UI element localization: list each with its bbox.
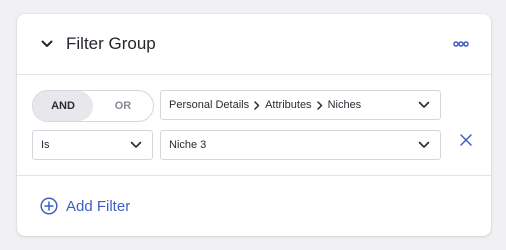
filter-group-header: Filter Group — [17, 14, 491, 75]
chevron-down-icon — [130, 141, 142, 148]
filter-row: AND OR Personal Details Attributes Niche… — [17, 75, 491, 176]
chevron-down-icon — [418, 141, 430, 148]
chevron-down-icon — [41, 40, 53, 47]
chevron-right-icon — [254, 100, 260, 110]
field-path-breadcrumb: Personal Details Attributes Niches — [169, 99, 361, 111]
chevron-down-icon — [418, 101, 430, 108]
chevron-right-icon — [316, 100, 323, 110]
collapse-toggle-button[interactable] — [39, 36, 55, 52]
field-path-item: Niches — [327, 99, 362, 111]
close-icon — [460, 134, 472, 146]
operator-select[interactable]: Is — [32, 130, 153, 160]
value-text: Niche 3 — [169, 139, 207, 151]
filter-group-card: Filter Group AND OR Personal Details Att… — [17, 14, 491, 236]
add-filter-button[interactable]: Add Filter — [40, 197, 130, 215]
add-filter-label: Add Filter — [66, 197, 131, 215]
logic-or-option[interactable]: OR — [93, 91, 153, 121]
field-path-select[interactable]: Personal Details Attributes Niches — [160, 90, 441, 120]
plus-circle-icon — [40, 197, 58, 215]
more-dots-icon — [453, 41, 469, 47]
field-path-item: Personal Details — [169, 99, 250, 111]
logic-and-option[interactable]: AND — [33, 91, 93, 121]
remove-filter-button[interactable] — [459, 133, 473, 147]
operator-value: Is — [41, 139, 50, 151]
logic-toggle: AND OR — [32, 90, 154, 122]
value-select[interactable]: Niche 3 — [160, 130, 441, 160]
more-options-button[interactable] — [453, 38, 469, 50]
field-path-item: Attributes — [265, 99, 312, 111]
filter-group-footer: Add Filter — [17, 176, 491, 236]
filter-group-title: Filter Group — [66, 34, 156, 53]
